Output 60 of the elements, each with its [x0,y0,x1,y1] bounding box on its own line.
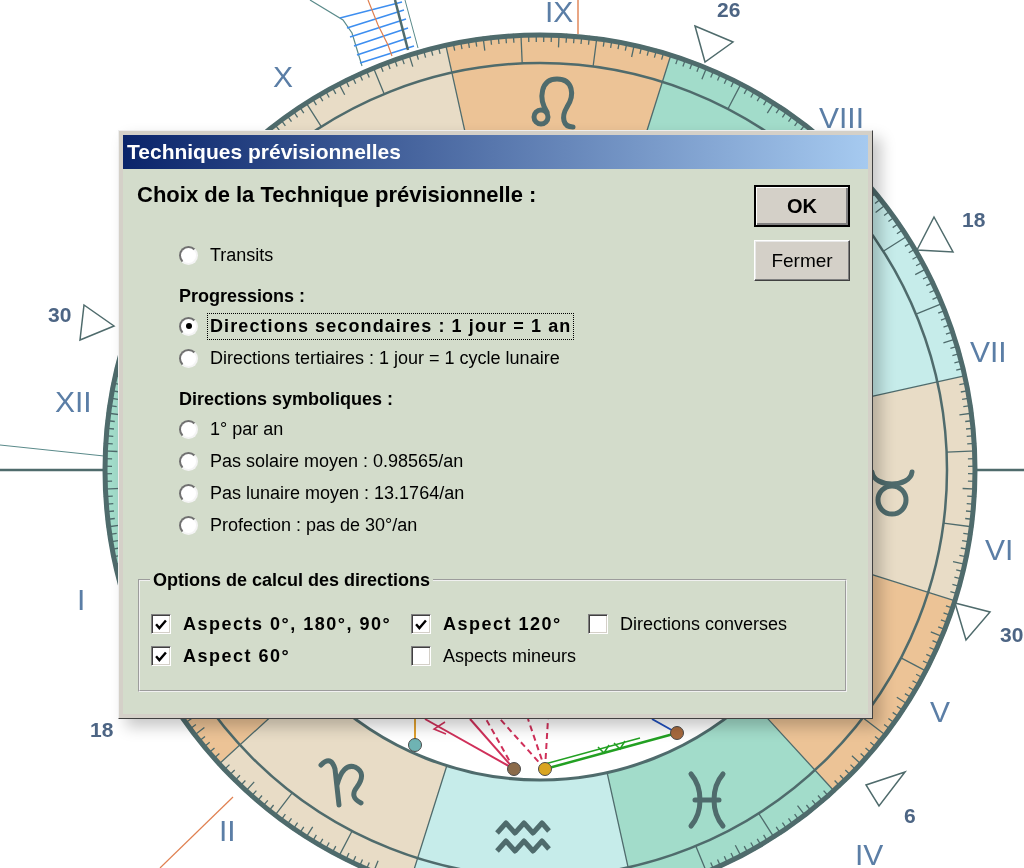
cusp-marker-icon [953,601,992,642]
checkbox[interactable] [411,646,431,666]
house-number-label: X [273,60,293,93]
meridian-line [577,0,579,35]
cusp-degree-label: 18 [90,718,114,741]
cusp-degree-label: 6 [904,804,916,827]
checkbox-option[interactable]: Aspect 120° [411,610,562,638]
window-title: Techniques prévisionnelles [127,140,401,164]
section-heading: Choix de la Technique prévisionnelle : [137,182,537,208]
house-number-label: V [930,695,950,728]
house-number-label: VI [985,533,1014,566]
checkbox-option[interactable]: Aspects 0°, 180°, 90° [151,610,392,638]
house-number-label: XII [55,385,92,418]
radio-option[interactable]: Pas lunaire moyen : 13.1764/an [179,479,468,507]
horizon-line [974,468,1024,472]
radio-option[interactable]: Directions tertiaires : 1 jour = 1 cycle lunaire [179,344,563,372]
checkmark-icon [155,618,167,630]
radio-button[interactable] [179,245,198,265]
house-number-label: VII [970,335,1007,368]
group-box-title: Options de calcul des directions [152,569,432,591]
radio-button[interactable] [179,515,198,535]
group-heading: Progressions : [179,285,306,308]
radio-button[interactable] [179,483,198,503]
radio-button[interactable] [179,316,198,336]
cusp-marker-icon [693,24,735,64]
group-heading: Directions symboliques : [179,388,394,411]
radio-option[interactable]: Profection : pas de 30°/an [179,511,421,539]
checkbox[interactable] [151,614,171,634]
checkbox[interactable] [588,614,608,634]
cusp-degree-label: 30 [1000,623,1024,646]
radio-option[interactable]: Pas solaire moyen : 0.98565/an [179,447,467,475]
radio-option[interactable]: 1° par an [179,415,287,443]
checkmark-icon [155,650,167,662]
dialog-button[interactable]: OK [754,185,850,227]
radio-option[interactable]: Transits [179,241,277,269]
radio-button[interactable] [179,348,198,368]
cusp-marker-icon [864,770,908,808]
capricorn-symbol-icon [318,758,364,808]
checkbox-option[interactable]: Aspect 60° [151,642,291,670]
cusp-degree-label: 18 [962,208,986,231]
cusp-marker-icon [915,215,955,253]
cusp-marker-icon [79,303,116,342]
house-number-label: IX [545,0,574,28]
house-number-label: II [219,814,236,847]
radio-button[interactable] [179,451,198,471]
house-number-label: IV [855,838,884,868]
checkbox[interactable] [151,646,171,666]
house-number-label: I [77,583,86,616]
aquarius-symbol-icon [494,820,552,854]
cusp-degree-label: 30 [48,303,72,326]
cusp-degree-label: 26 [717,0,741,21]
leo-symbol-icon [531,76,576,130]
pisces-symbol-icon [688,771,726,829]
checkbox-option[interactable]: Aspects mineurs [411,642,577,670]
checkbox-option[interactable]: Directions converses [588,610,788,638]
checkmark-icon [415,618,427,630]
dialog-button[interactable]: Fermer [754,240,850,281]
checkbox[interactable] [411,614,431,634]
radio-button[interactable] [179,419,198,439]
house-number-label: VIII [819,101,864,134]
